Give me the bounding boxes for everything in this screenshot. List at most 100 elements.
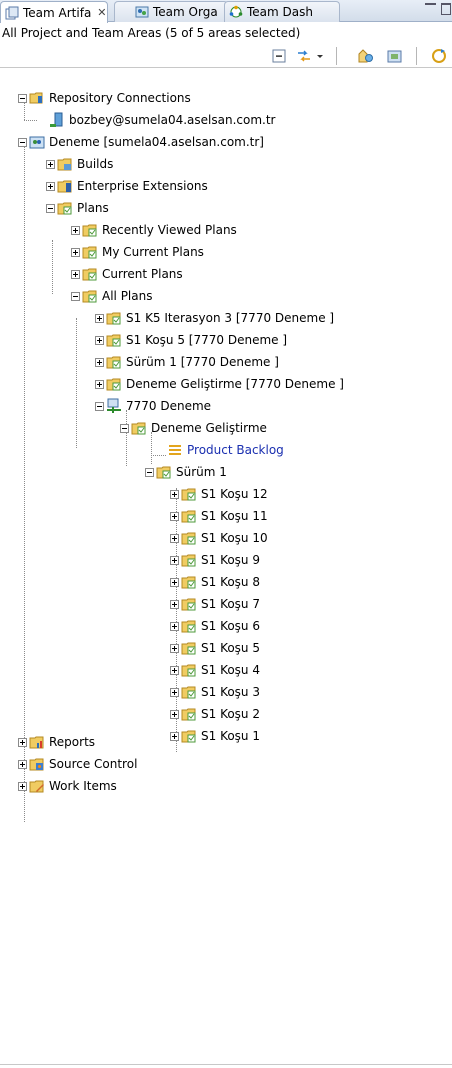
backlog-icon <box>169 445 181 455</box>
expand-toggle[interactable] <box>95 379 104 389</box>
team-area-icon <box>107 398 121 413</box>
plan-folder-icon <box>181 686 196 699</box>
tree-label: S1 Koşu 10 <box>201 531 268 545</box>
collapse-toggle[interactable] <box>71 291 80 301</box>
tree-node-product-backlog[interactable]: Product Backlog <box>167 439 284 461</box>
tree-node-all-plans[interactable]: All Plans <box>71 285 152 307</box>
maximize-icon[interactable] <box>441 3 451 15</box>
tree-label: S1 Koşu 5 [7770 Deneme ] <box>126 333 288 347</box>
expand-toggle[interactable] <box>170 643 179 653</box>
tree-node-kosu[interactable]: S1 Koşu 8 <box>170 571 260 593</box>
tree-node-plan-surum-1[interactable]: Sürüm 1 [7770 Deneme ] <box>95 351 279 373</box>
minimize-icon[interactable] <box>425 3 436 7</box>
expand-toggle[interactable] <box>18 781 27 791</box>
plan-folder-icon <box>181 620 196 633</box>
team-artifacts-icon <box>5 6 19 19</box>
expand-toggle[interactable] <box>170 687 179 697</box>
expand-toggle[interactable] <box>18 759 27 769</box>
tree-label: S1 Koşu 8 <box>201 575 260 589</box>
expand-toggle[interactable] <box>95 335 104 345</box>
tree-node-kosu[interactable]: S1 Koşu 7 <box>170 593 260 615</box>
tree-node-kosu[interactable]: S1 Koşu 4 <box>170 659 260 681</box>
expand-toggle[interactable] <box>95 357 104 367</box>
view-tab-strip: Team Artifa ✕ Team Orga Team Dash <box>0 0 452 23</box>
select-areas-icon[interactable] <box>358 48 374 64</box>
tree-node-kosu[interactable]: S1 Koşu 11 <box>170 505 268 527</box>
chevron-down-icon[interactable] <box>315 48 325 64</box>
tree-guide <box>24 142 25 822</box>
expand-toggle[interactable] <box>170 731 179 741</box>
expand-toggle[interactable] <box>170 621 179 631</box>
close-icon[interactable]: ✕ <box>97 6 106 19</box>
tree-node-kosu[interactable]: S1 Koşu 6 <box>170 615 260 637</box>
refresh-icon[interactable] <box>431 48 447 64</box>
tree-node-surum-1[interactable]: Sürüm 1 <box>145 461 227 483</box>
tree-node-team-7770[interactable]: 7770 Deneme <box>95 395 211 417</box>
enterprise-extensions-icon <box>57 180 72 193</box>
expand-toggle[interactable] <box>95 313 104 323</box>
tree-node-plans[interactable]: Plans <box>46 197 109 219</box>
expand-toggle[interactable] <box>46 181 55 191</box>
tree-label: S1 Koşu 2 <box>201 707 260 721</box>
expand-toggle[interactable] <box>170 709 179 719</box>
tree-node-repository-connections[interactable]: Repository Connections <box>18 87 191 109</box>
tree-node-deneme-gelistirme[interactable]: Deneme Geliştirme <box>120 417 267 439</box>
expand-toggle[interactable] <box>170 555 179 565</box>
expand-toggle[interactable] <box>71 247 80 257</box>
tree-node-kosu[interactable]: S1 Koşu 2 <box>170 703 260 725</box>
collapse-toggle[interactable] <box>95 401 104 411</box>
work-items-icon <box>29 780 44 793</box>
tree-node-recently-viewed-plans[interactable]: Recently Viewed Plans <box>71 219 237 241</box>
tree-node-kosu[interactable]: S1 Koşu 10 <box>170 527 268 549</box>
tree-node-kosu[interactable]: S1 Koşu 3 <box>170 681 260 703</box>
expand-toggle[interactable] <box>170 577 179 587</box>
tree-label: S1 Koşu 5 <box>201 641 260 655</box>
tree-node-enterprise-extensions[interactable]: Enterprise Extensions <box>46 175 208 197</box>
tree-node-my-current-plans[interactable]: My Current Plans <box>71 241 204 263</box>
collapse-toggle[interactable] <box>145 467 154 477</box>
tree-label: S1 Koşu 4 <box>201 663 260 677</box>
expand-toggle[interactable] <box>18 737 27 747</box>
expand-toggle[interactable] <box>170 511 179 521</box>
expand-toggle[interactable] <box>71 269 80 279</box>
collapse-toggle[interactable] <box>120 423 129 433</box>
tree-node-builds[interactable]: Builds <box>46 153 113 175</box>
collapse-toggle[interactable] <box>46 203 55 213</box>
tree-node-kosu[interactable]: S1 Koşu 12 <box>170 483 268 505</box>
tree-node-reports[interactable]: Reports <box>18 731 95 753</box>
plan-folder-icon <box>181 532 196 545</box>
tree-node-kosu[interactable]: S1 Koşu 9 <box>170 549 260 571</box>
tab-team-organization[interactable]: Team Orga <box>114 1 228 22</box>
expand-toggle[interactable] <box>71 225 80 235</box>
link-with-editor-icon[interactable] <box>296 48 312 64</box>
tree-node-current-plans[interactable]: Current Plans <box>71 263 183 285</box>
tree-node-kosu[interactable]: S1 Koşu 1 <box>170 725 260 747</box>
tree-node-work-items[interactable]: Work Items <box>18 775 117 797</box>
expand-toggle[interactable] <box>170 599 179 609</box>
collapse-toggle[interactable] <box>18 93 27 103</box>
tree-label: 7770 Deneme <box>126 399 212 413</box>
expand-toggle[interactable] <box>170 489 179 499</box>
expand-toggle[interactable] <box>46 159 55 169</box>
collapse-all-icon[interactable] <box>271 48 287 64</box>
tree-node-plan-deneme-gelistirme[interactable]: Deneme Geliştirme [7770 Deneme ] <box>95 373 344 395</box>
plan-folder-icon <box>181 708 196 721</box>
collapse-toggle[interactable] <box>18 137 27 147</box>
tree-node-kosu[interactable]: S1 Koşu 5 <box>170 637 260 659</box>
tree-node-plan-s1-kosu-5[interactable]: S1 Koşu 5 [7770 Deneme ] <box>95 329 287 351</box>
expand-toggle[interactable] <box>170 533 179 543</box>
tab-team-artifacts[interactable]: Team Artifa ✕ <box>0 1 108 23</box>
plan-folder-icon <box>82 224 97 237</box>
tree-label: S1 Koşu 12 <box>201 487 268 501</box>
tab-team-dashboard[interactable]: Team Dash <box>224 1 340 22</box>
tree-node-plan-s1-k5[interactable]: S1 K5 Iterasyon 3 [7770 Deneme ] <box>95 307 334 329</box>
tree-node-connection[interactable]: bozbey@sumela04.aselsan.com.tr <box>49 109 276 131</box>
tree-label: Repository Connections <box>49 91 191 105</box>
tree-node-project-area[interactable]: Deneme [sumela04.aselsan.com.tr] <box>18 131 264 153</box>
tree-node-source-control[interactable]: Source Control <box>18 753 137 775</box>
tree-label: Product Backlog <box>187 443 284 457</box>
tree-label: Deneme Geliştirme [7770 Deneme ] <box>126 377 344 391</box>
expand-toggle[interactable] <box>170 665 179 675</box>
filter-areas-icon[interactable] <box>387 48 403 64</box>
tree-label: Builds <box>77 157 114 171</box>
